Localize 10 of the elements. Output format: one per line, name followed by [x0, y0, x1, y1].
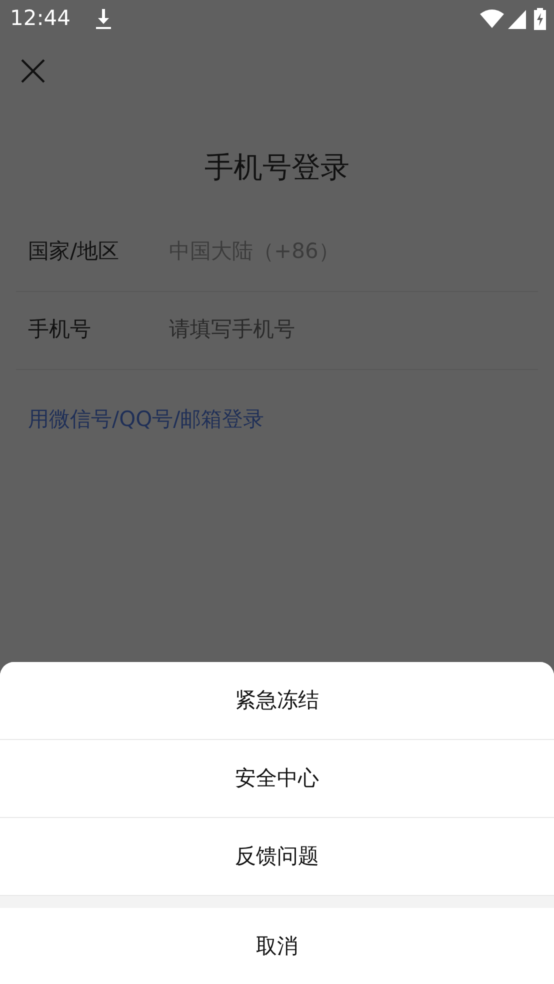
field-label: 国家/地区 — [28, 238, 120, 266]
signal-icon — [508, 10, 526, 28]
page-title: 手机号登录 — [204, 149, 350, 186]
close-icon[interactable] — [20, 58, 46, 84]
sheet-option[interactable]: 紧急冻结 — [0, 662, 554, 740]
download-icon — [94, 8, 112, 30]
field-label: 手机号 — [28, 316, 92, 344]
battery-icon — [534, 8, 546, 30]
wifi-icon — [480, 9, 504, 29]
status-time: 12:44 — [10, 5, 71, 32]
